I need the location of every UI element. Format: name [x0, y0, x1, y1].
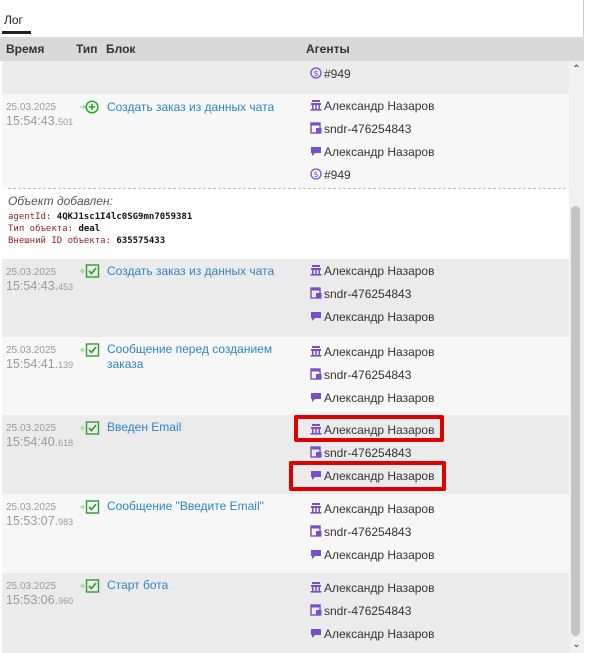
divider — [583, 0, 584, 37]
table-row: #949 — [2, 61, 569, 94]
chat-window-icon — [310, 287, 322, 299]
block-link[interactable]: Введен Email — [107, 420, 292, 435]
agent-admin[interactable]: Александр Назаров — [310, 502, 434, 520]
agent-user[interactable]: Александр Назаров — [310, 145, 434, 163]
table-header: Время Тип Блок Агенты — [0, 37, 584, 61]
table-row: 25.03.2025 15:54:41.139 Сообщение перед … — [2, 337, 569, 415]
chat-window-icon — [310, 604, 322, 616]
dollar-coin-icon — [310, 67, 322, 79]
row-time: 15:54:41.139 — [6, 357, 74, 371]
row-time: 15:54:43.453 — [6, 279, 74, 293]
agent-user[interactable]: Александр Назаров — [310, 627, 434, 645]
table-row: 25.03.2025 15:54:40.618 Введен Email Але… — [2, 415, 569, 494]
block-link[interactable]: Сообщение перед созданием заказа — [107, 342, 292, 372]
chat-window-icon — [310, 368, 322, 380]
row-time: 15:53:06.960 — [6, 593, 74, 607]
agent-channel[interactable]: sndr-476254843 — [310, 122, 411, 140]
agent-channel[interactable]: sndr-476254843 — [310, 525, 411, 543]
speech-bubble-icon — [311, 550, 321, 559]
checkbox-arrow-icon — [80, 264, 100, 278]
agent-channel[interactable]: sndr-476254843 — [310, 604, 411, 622]
column-header-block[interactable]: Блок — [106, 42, 135, 56]
panel-edge — [584, 37, 594, 653]
table-row: 25.03.2025 15:54:43.501 Создать заказ из… — [2, 94, 569, 188]
building-icon — [310, 503, 322, 514]
tab-bar: Лог — [0, 0, 594, 37]
row-date: 25.03.2025 — [6, 581, 57, 592]
row-date: 25.03.2025 — [6, 345, 57, 356]
agent-admin[interactable]: Александр Назаров — [310, 581, 434, 599]
plus-circle-icon — [80, 100, 99, 114]
tab-active-indicator — [2, 31, 31, 34]
row-date: 25.03.2025 — [6, 502, 57, 513]
tab-log[interactable]: Лог — [4, 13, 23, 27]
checkbox-arrow-icon — [80, 500, 100, 514]
column-header-type[interactable]: Тип — [76, 42, 98, 56]
table-row: 25.03.2025 15:53:06.960 Старт бота Алекс… — [2, 573, 569, 653]
block-link[interactable]: Создать заказ из данных чата — [107, 100, 292, 115]
building-icon — [310, 265, 322, 276]
divider — [8, 188, 566, 189]
building-icon — [310, 346, 322, 357]
agent-user[interactable]: Александр Назаров — [310, 310, 434, 328]
detail-title: Объект добавлен: — [8, 194, 113, 208]
chat-window-icon — [310, 525, 322, 537]
agent-channel[interactable]: sndr-476254843 — [310, 287, 411, 305]
table-row: 25.03.2025 15:53:07.983 Сообщение "Введи… — [2, 494, 569, 573]
highlight-box — [289, 461, 446, 491]
row-date: 25.03.2025 — [6, 267, 57, 278]
checkbox-arrow-icon — [80, 343, 100, 357]
row-time: 15:54:40.618 — [6, 435, 74, 449]
speech-bubble-icon — [311, 629, 321, 638]
block-link[interactable]: Старт бота — [107, 578, 292, 593]
agent-admin[interactable]: Александр Назаров — [310, 264, 434, 282]
row-time: 15:53:07.983 — [6, 514, 74, 528]
agent-admin[interactable]: Александр Назаров — [310, 345, 434, 363]
log-table-body: #949 25.03.2025 15:54:43.501 Создать зак… — [0, 61, 569, 653]
object-added-detail: Объект добавлен: agentId: 4QKJ1sc1I4lc0S… — [2, 188, 569, 259]
table-row: 25.03.2025 15:54:43.453 Создать заказ из… — [2, 259, 569, 337]
building-icon — [310, 100, 322, 111]
agent-deal[interactable]: #949 — [310, 168, 351, 186]
block-link[interactable]: Сообщение "Введите Email" — [107, 499, 292, 514]
chat-window-icon — [310, 122, 322, 134]
agent-admin[interactable]: Александр Назаров — [310, 99, 434, 117]
chat-window-icon — [310, 446, 322, 458]
speech-bubble-icon — [311, 312, 321, 321]
speech-bubble-icon — [311, 147, 321, 156]
row-date: 25.03.2025 — [6, 102, 57, 113]
speech-bubble-icon — [311, 393, 321, 402]
block-link[interactable]: Создать заказ из данных чата — [107, 264, 292, 279]
agent-deal[interactable]: #949 — [310, 67, 351, 85]
checkbox-arrow-icon — [80, 421, 100, 435]
checkbox-arrow-icon — [80, 579, 100, 593]
column-header-agents[interactable]: Агенты — [306, 42, 350, 56]
detail-agent-id: agentId: 4QKJ1sc1I4lc0SG9mn7059381 — [8, 212, 193, 222]
scroll-down-icon[interactable]: ⌄ — [569, 639, 584, 651]
agent-channel[interactable]: sndr-476254843 — [310, 368, 411, 386]
row-date: 25.03.2025 — [6, 423, 57, 434]
highlight-box — [294, 415, 444, 442]
detail-object-type: Тип объекта: deal — [8, 224, 101, 234]
scroll-up-icon[interactable]: ⌃ — [569, 64, 584, 76]
row-time: 15:54:43.501 — [6, 114, 74, 128]
building-icon — [310, 582, 322, 593]
dollar-coin-icon — [310, 168, 322, 180]
agent-user[interactable]: Александр Назаров — [310, 548, 434, 566]
agent-user[interactable]: Александр Назаров — [310, 391, 434, 409]
detail-external-id: Внешний ID объекта: 635575433 — [8, 236, 166, 246]
column-header-time[interactable]: Время — [6, 42, 44, 56]
scrollbar-thumb[interactable] — [571, 206, 580, 636]
